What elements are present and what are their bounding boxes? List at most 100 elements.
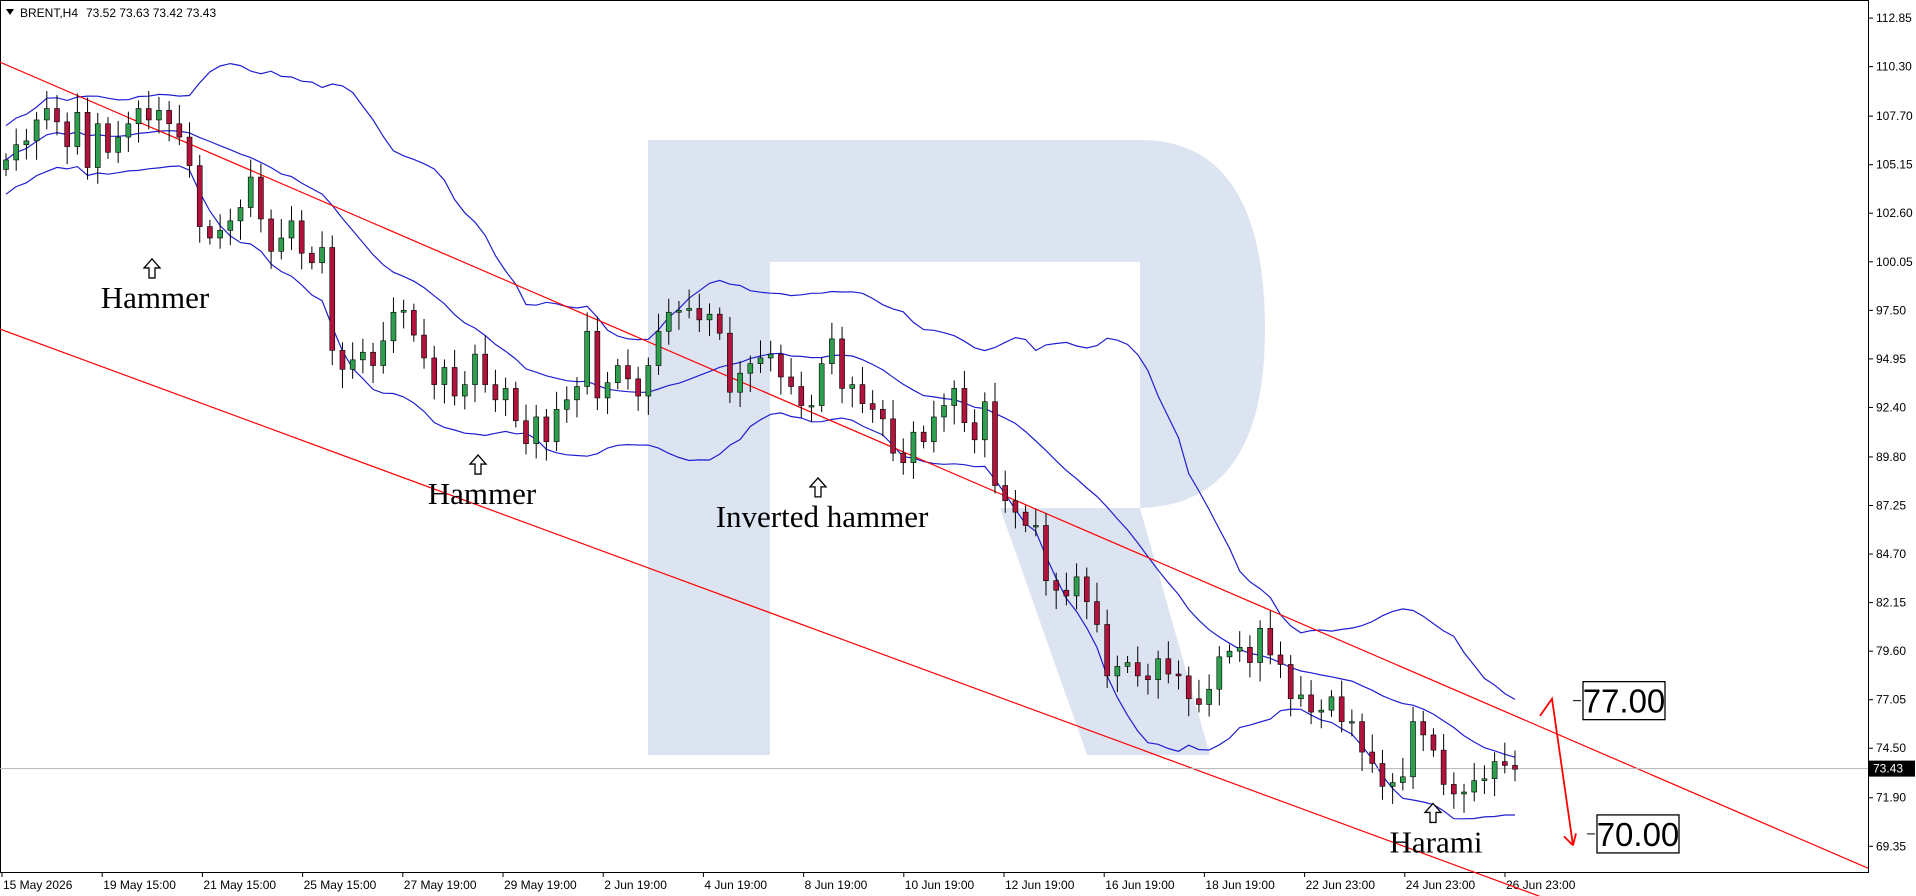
- time-tick-label: 19 May 15:00: [103, 878, 176, 892]
- candle-body: [54, 108, 60, 123]
- candle-body: [1491, 761, 1498, 780]
- forecast-arrow-path: [1539, 696, 1574, 846]
- candle-body: [156, 110, 162, 121]
- price-tick-label: 107.70: [1876, 109, 1913, 123]
- candle-body: [1226, 650, 1233, 658]
- candle-body: [1196, 698, 1202, 705]
- watermark-r-shape: [648, 140, 1265, 755]
- candle-body: [1247, 647, 1253, 663]
- candle-body: [1002, 485, 1009, 502]
- price-tick-label: 100.05: [1876, 255, 1913, 269]
- candle-body: [1369, 751, 1376, 764]
- candle-body: [329, 247, 336, 351]
- candle-body: [676, 310, 682, 313]
- candle-body: [360, 351, 366, 361]
- candle-body: [533, 416, 539, 444]
- candle-body: [1134, 662, 1141, 677]
- up-arrow-icon: [808, 476, 828, 498]
- candle-body: [43, 108, 50, 121]
- candle-body: [829, 338, 835, 364]
- candle-body: [900, 452, 907, 463]
- candle-body: [1104, 624, 1110, 677]
- candle-body: [747, 363, 754, 374]
- time-tick-label: 18 Jun 19:00: [1205, 878, 1275, 892]
- candle-body: [788, 376, 794, 387]
- candle-body: [411, 310, 417, 336]
- candle-body: [839, 338, 845, 389]
- candle-body: [1175, 673, 1182, 677]
- candle-body: [166, 110, 172, 125]
- candle-body: [910, 431, 917, 463]
- candle-body: [778, 353, 784, 378]
- pattern-annotation: Hammer: [428, 454, 537, 511]
- candle-body: [441, 367, 448, 385]
- price-tick-label: 97.50: [1876, 303, 1906, 317]
- candle-body: [655, 330, 662, 366]
- price-tick-label: 84.70: [1876, 547, 1906, 561]
- time-tick-label: 25 May 15:00: [304, 878, 377, 892]
- candle-body: [1461, 791, 1467, 795]
- candle-body: [1379, 763, 1386, 787]
- candle-body: [706, 313, 713, 321]
- candle-body: [247, 176, 254, 208]
- candle-body: [1267, 627, 1274, 656]
- candle-body: [584, 330, 590, 387]
- candle-body: [1155, 658, 1161, 681]
- candle-body: [1032, 525, 1039, 528]
- price-axis: 112.85 110.30 107.70 105.15 102.60 100.05 97.5…: [1868, 11, 1915, 853]
- level-label: 77.00: [1583, 683, 1666, 720]
- candle-body: [1451, 784, 1457, 795]
- candle-body: [859, 384, 866, 404]
- candle-body: [1410, 721, 1416, 778]
- pattern-annotation: Hammer: [101, 257, 210, 315]
- candle-body: [227, 220, 234, 231]
- candle-body: [604, 382, 611, 399]
- price-tick-label: 94.95: [1876, 352, 1906, 366]
- candle-body: [1359, 721, 1365, 753]
- candle-body: [23, 140, 30, 145]
- candle-body: [502, 388, 509, 401]
- candle-body: [798, 386, 805, 406]
- time-axis: 15 May 2026 19 May 15:00 21 May 15:00 25 Ma…: [1, 872, 1576, 892]
- candle-body: [1308, 694, 1314, 713]
- price-tick-label: 71.90: [1876, 791, 1906, 805]
- candle-body: [3, 159, 9, 170]
- time-tick-label: 21 May 15:00: [203, 878, 276, 892]
- price-tick-label: 82.15: [1876, 596, 1906, 610]
- dropdown-triangle-icon[interactable]: [6, 9, 14, 15]
- candle-body: [1124, 662, 1131, 667]
- candle-body: [74, 112, 81, 147]
- current-price-label: 73.43: [1873, 762, 1903, 776]
- candle-body: [757, 357, 764, 364]
- candle-body: [115, 136, 121, 153]
- candle-body: [145, 108, 152, 121]
- candle-body: [472, 353, 478, 385]
- candle-body: [614, 365, 621, 383]
- pattern-annotations: Hammer Hammer Inverted hammer Harami: [101, 257, 1483, 859]
- candle-body: [1287, 664, 1294, 700]
- time-tick-label: 10 Jun 19:00: [905, 878, 975, 892]
- pattern-label: Inverted hammer: [716, 499, 929, 534]
- candle-body: [849, 384, 856, 389]
- pattern-label: Hammer: [428, 476, 537, 511]
- candle-body: [400, 310, 407, 313]
- candle-body: [1145, 675, 1151, 681]
- candle-body: [94, 123, 101, 168]
- candle-body: [512, 388, 519, 422]
- time-tick-label: 12 Jun 19:00: [1005, 878, 1075, 892]
- candle-body: [665, 311, 672, 332]
- candle-body: [288, 220, 295, 239]
- time-tick-label: 15 May 2026: [3, 878, 73, 892]
- candle-body: [390, 311, 397, 342]
- candle-body: [421, 334, 427, 359]
- candle-body: [727, 332, 733, 393]
- candle-body: [1420, 721, 1427, 736]
- candle-body: [869, 403, 876, 410]
- candle-body: [931, 416, 937, 443]
- candle-body: [1328, 696, 1335, 711]
- candle-body: [370, 351, 376, 366]
- up-arrow-icon: [1423, 802, 1443, 824]
- target-level: 77.00: [1573, 680, 1666, 721]
- time-tick-label: 16 Jun 19:00: [1105, 878, 1175, 892]
- candle-body: [217, 230, 223, 239]
